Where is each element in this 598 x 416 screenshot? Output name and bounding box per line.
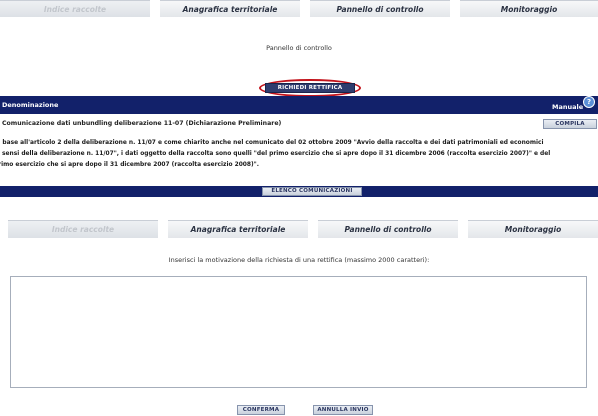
bottom-tab-bar: Indice raccolte Anagrafica territoriale …: [0, 220, 598, 238]
tab-anagrafica-territoriale[interactable]: Anagrafica territoriale: [160, 0, 300, 17]
page-title: Pannello di controllo: [266, 44, 332, 52]
tab-monitoraggio[interactable]: Monitoraggio: [468, 220, 598, 238]
tab-indice-raccolte[interactable]: Indice raccolte: [0, 0, 150, 17]
list-communications-button[interactable]: ELENCO COMUNICAZIONI: [262, 187, 362, 196]
description-line: primo esercizio che si apre dopo il 31 d…: [0, 162, 259, 168]
compile-button[interactable]: COMPILA: [543, 119, 597, 129]
column-header-denominazione: Denominazione: [2, 101, 59, 109]
description-line: In base all'articolo 2 della deliberazio…: [0, 140, 544, 146]
question-circle-icon[interactable]: ?: [583, 96, 595, 108]
description-text: In base all'articolo 2 della deliberazio…: [0, 138, 598, 171]
tab-monitoraggio[interactable]: Monitoraggio: [460, 0, 598, 17]
communication-name: Comunicazione dati unbundling deliberazi…: [2, 120, 282, 127]
table-header: Denominazione Manuale ?: [0, 96, 598, 114]
table-row: Comunicazione dati unbundling deliberazi…: [0, 116, 598, 131]
tab-anagrafica-territoriale[interactable]: Anagrafica territoriale: [168, 220, 308, 238]
tab-indice-raccolte[interactable]: Indice raccolte: [8, 220, 158, 238]
description-line: ai sensi della deliberazione n. 11/07", …: [0, 151, 551, 157]
confirm-button[interactable]: CONFERMA: [237, 405, 285, 415]
top-tab-bar: Indice raccolte Anagrafica territoriale …: [0, 0, 598, 17]
cancel-submission-button[interactable]: ANNULLA INVIO: [313, 405, 373, 415]
rectify-button[interactable]: RICHIEDI RETTIFICA: [265, 83, 355, 93]
form-instruction: Inserisci la motivazione della richiesta…: [168, 256, 430, 264]
tab-pannello-di-controllo[interactable]: Pannello di controllo: [318, 220, 458, 238]
rectification-reason-field[interactable]: [10, 276, 587, 388]
column-header-manuale: Manuale: [552, 103, 584, 111]
tab-pannello-di-controllo[interactable]: Pannello di controllo: [310, 0, 450, 17]
